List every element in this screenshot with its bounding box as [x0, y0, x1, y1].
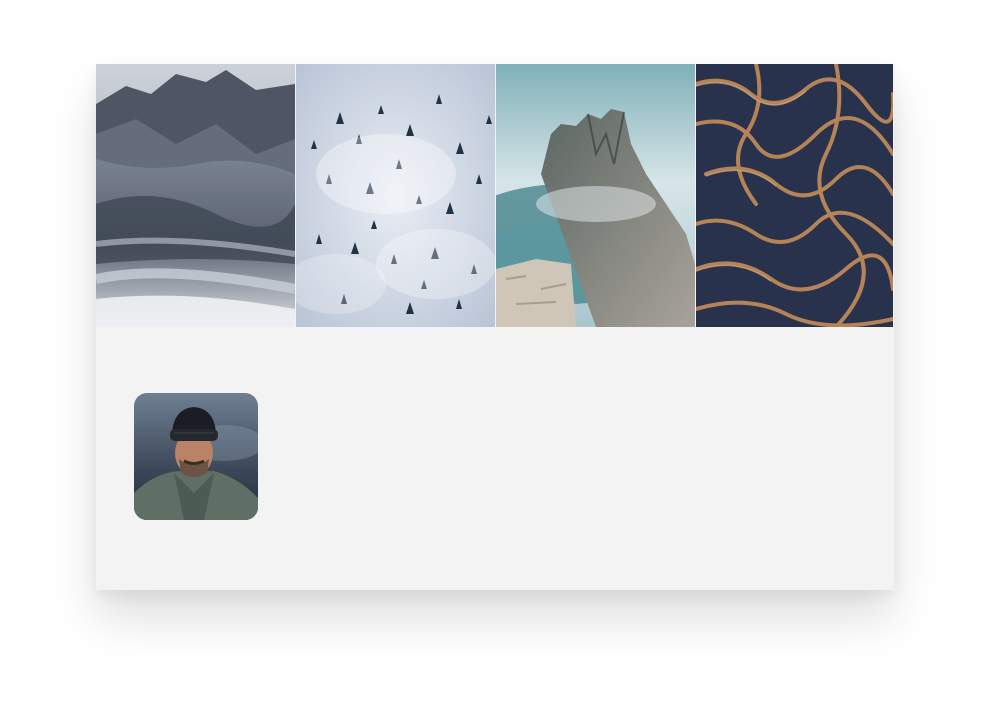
- cover-photo-misty-forest[interactable]: [296, 64, 495, 327]
- sand-dunes-image: [696, 64, 893, 327]
- profile-card: [96, 64, 894, 590]
- avatar[interactable]: [134, 393, 258, 520]
- avatar-portrait-image: [134, 393, 258, 520]
- rocky-peak-image: [496, 64, 695, 327]
- cover-photo-snowy-hills[interactable]: [96, 64, 295, 327]
- cover-gallery: [96, 64, 894, 327]
- misty-forest-image: [296, 64, 495, 327]
- snowy-hills-image: [96, 64, 295, 327]
- cover-photo-rocky-peak[interactable]: [496, 64, 695, 327]
- cover-photo-sand-dunes[interactable]: [696, 64, 893, 327]
